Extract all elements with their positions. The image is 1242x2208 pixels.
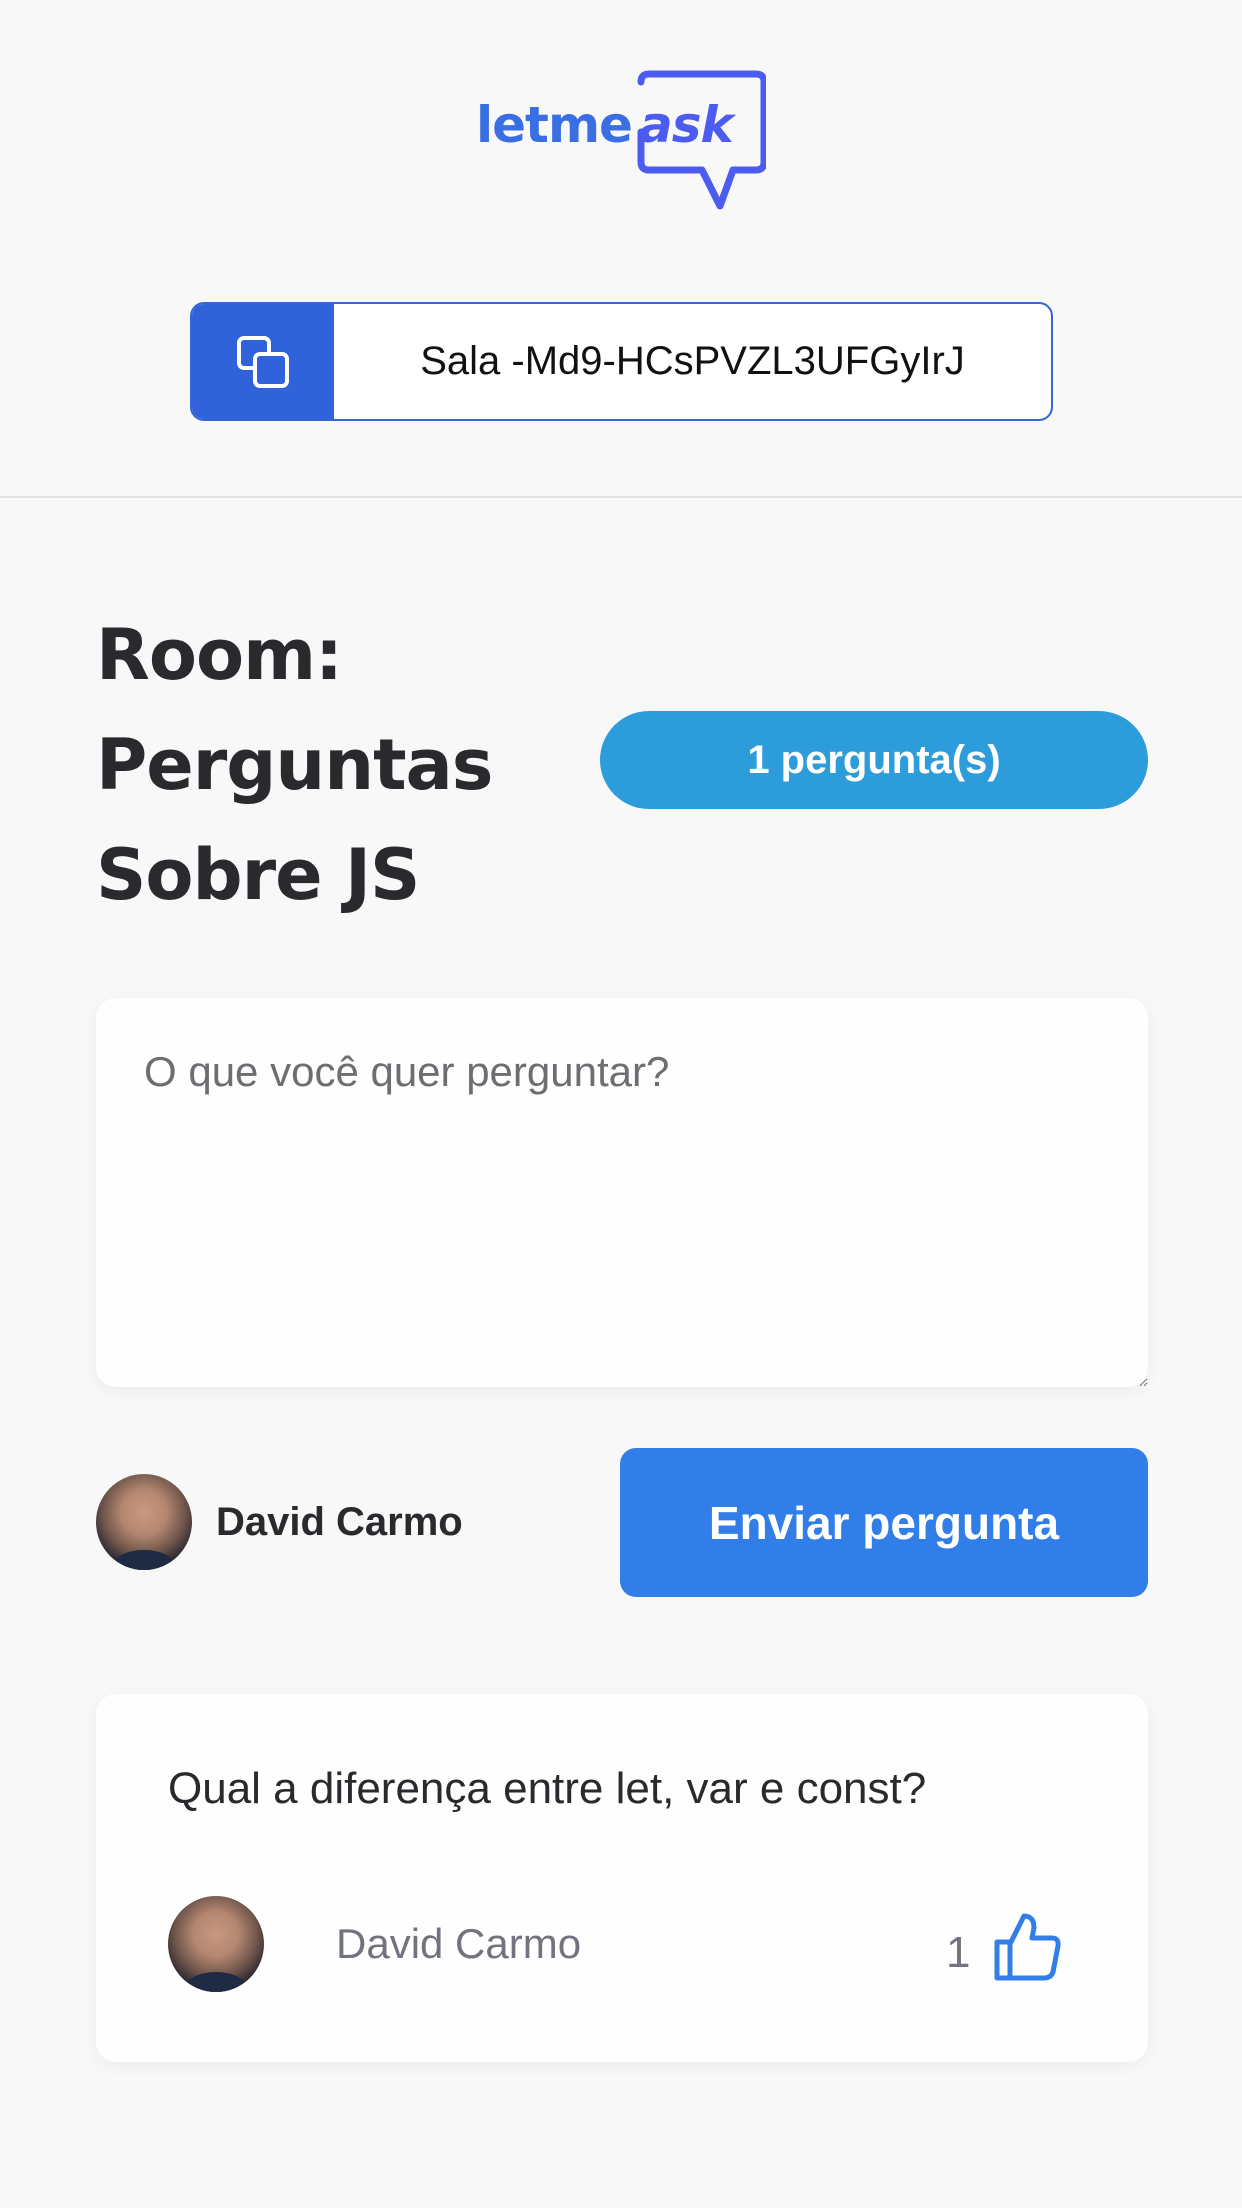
logo: letme ask [476,70,766,210]
copy-room-code-button[interactable] [192,304,334,419]
question-count-badge: 1 pergunta(s) [600,711,1148,809]
header: letme ask Sala -Md9-HCsPVZL3UFGyIrJ [0,0,1242,498]
question-input[interactable] [96,998,1148,1387]
like-button[interactable]: 1 [946,1906,1062,1986]
like-icon [994,1913,1062,1981]
room-code-button[interactable]: Sala -Md9-HCsPVZL3UFGyIrJ [190,302,1053,421]
user-name: David Carmo [216,1499,463,1544]
question-card: Qual a diferença entre let, var e const?… [96,1694,1148,2062]
like-count: 1 [946,1928,971,1977]
question-author-avatar [168,1896,264,1992]
room-code-text: Sala -Md9-HCsPVZL3UFGyIrJ [420,339,965,383]
page-title: Room: Perguntas Sobre JS [96,614,493,916]
logo-text-ask: ask [639,96,734,154]
question-author-name: David Carmo [336,1920,582,1967]
send-question-button[interactable]: Enviar pergunta [620,1448,1148,1597]
logo-text-letme: letme [476,96,633,154]
user-info: David Carmo [96,1474,463,1570]
question-content: Qual a diferença entre let, var e const? [168,1764,927,1813]
avatar [96,1474,192,1570]
copy-icon [237,335,289,388]
